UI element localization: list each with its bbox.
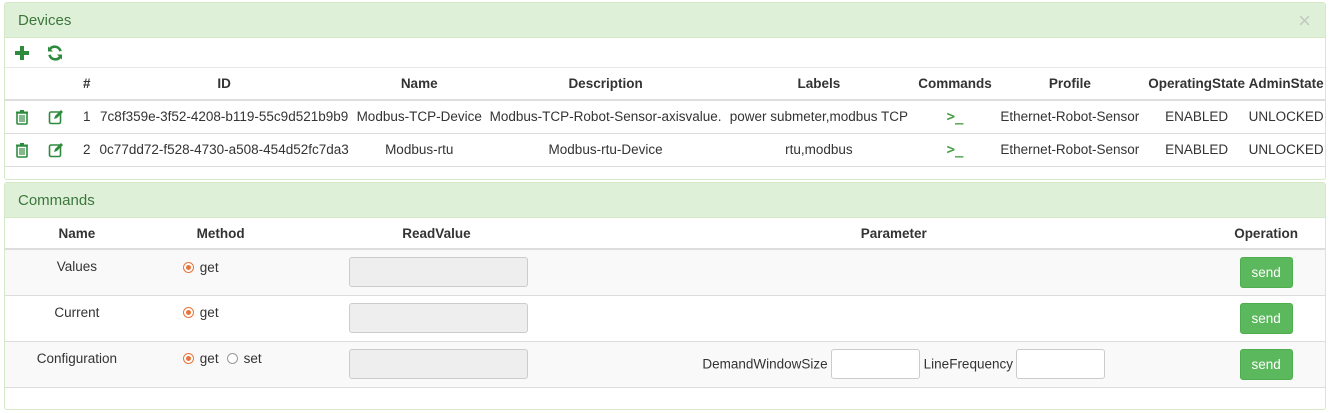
col-labels-header: Labels [721, 68, 917, 101]
readvalue-field[interactable] [348, 303, 528, 333]
commands-header-row: Name Method ReadValue Parameter Operatio… [5, 218, 1325, 250]
method-get-radio[interactable] [182, 353, 194, 365]
terminal-icon[interactable]: >_ [947, 142, 964, 158]
table-row: Values get send [5, 249, 1325, 296]
command-name: Configuration [5, 341, 149, 388]
commands-panel: Commands Name Method ReadValue Parameter… [4, 182, 1326, 410]
trash-icon[interactable] [14, 142, 30, 158]
device-operating-state: ENABLED [1145, 133, 1248, 167]
devices-header-row: # ID Name Description Labels Commands Pr… [5, 68, 1325, 101]
send-button[interactable]: send [1239, 256, 1293, 288]
device-operating-state: ENABLED [1145, 100, 1248, 134]
devices-toolbar [5, 38, 1325, 68]
edit-icon[interactable] [48, 109, 64, 125]
col-operating-state-header: OperatingState [1145, 68, 1248, 101]
col-operation-header: Operation [1207, 218, 1325, 250]
devices-table: # ID Name Description Labels Commands Pr… [5, 68, 1325, 167]
col-parameter-header: Parameter [580, 218, 1208, 250]
method-get-label: get [199, 259, 219, 275]
method-get-radio[interactable] [182, 307, 194, 319]
command-name: Values [5, 249, 149, 296]
device-admin-state: UNLOCKED [1247, 133, 1325, 167]
commands-panel-title: Commands [18, 192, 95, 209]
col-description-header: Description [489, 68, 722, 101]
col-admin-state-header: AdminState [1247, 68, 1325, 101]
trash-icon[interactable] [14, 109, 30, 125]
demand-window-size-label: DemandWindowSize [702, 356, 828, 372]
method-get-label: get [199, 351, 219, 367]
device-description: Modbus-rtu-Device [489, 133, 722, 167]
device-profile: Ethernet-Robot-Sensor [993, 100, 1146, 134]
device-description: Modbus-TCP-Robot-Sensor-axisvalue. [489, 100, 722, 134]
readvalue-field[interactable] [348, 349, 528, 379]
method-get-label: get [199, 305, 219, 321]
device-name: Modbus-TCP-Device [348, 100, 490, 134]
col-edit [38, 68, 74, 101]
devices-panel-heading: Devices × [5, 3, 1325, 38]
device-num: 1 [73, 100, 100, 134]
demand-window-size-input[interactable] [830, 349, 920, 379]
command-name: Current [5, 295, 149, 342]
refresh-icon[interactable] [46, 44, 64, 62]
table-row: Configuration get set DemandWindowSize Lin… [5, 341, 1325, 388]
col-delete [5, 68, 39, 101]
readvalue-field[interactable] [348, 257, 528, 288]
device-admin-state: UNLOCKED [1247, 100, 1325, 134]
table-row: Current get send [5, 295, 1325, 342]
edit-icon[interactable] [48, 142, 64, 158]
method-set-label: set [243, 351, 262, 367]
col-name-header: Name [348, 68, 490, 101]
table-row: 2 0c77dd72-f528-4730-a508-454d52fc7da3 M… [5, 133, 1325, 167]
device-id: 0c77dd72-f528-4730-a508-454d52fc7da3 [99, 133, 349, 167]
method-get-radio[interactable] [182, 261, 194, 273]
commands-panel-heading: Commands [5, 183, 1325, 218]
col-cmd-name-header: Name [5, 218, 149, 250]
col-profile-header: Profile [993, 68, 1146, 101]
col-method-header: Method [148, 218, 293, 250]
device-labels: rtu,modbus [721, 133, 917, 167]
send-button[interactable]: send [1239, 302, 1293, 334]
send-button[interactable]: send [1239, 348, 1293, 380]
method-set-radio[interactable] [226, 353, 238, 365]
plus-icon[interactable] [13, 44, 31, 62]
devices-panel-title: Devices [18, 12, 72, 29]
table-row: 1 7c8f359e-3f52-4208-b119-55c9d521b9b9 M… [5, 100, 1325, 134]
col-readvalue-header: ReadValue [292, 218, 581, 250]
close-icon[interactable]: × [1298, 3, 1311, 38]
col-num-header: # [73, 68, 100, 101]
devices-panel: Devices × # ID Name Description Labels C… [4, 2, 1326, 180]
terminal-icon[interactable]: >_ [947, 109, 964, 125]
col-commands-header: Commands [916, 68, 994, 101]
device-name: Modbus-rtu [348, 133, 490, 167]
device-num: 2 [73, 133, 100, 167]
device-id: 7c8f359e-3f52-4208-b119-55c9d521b9b9 [99, 100, 349, 134]
device-profile: Ethernet-Robot-Sensor [993, 133, 1146, 167]
commands-table: Name Method ReadValue Parameter Operatio… [5, 218, 1325, 388]
device-labels: power submeter,modbus TCP [721, 100, 917, 134]
col-id-header: ID [99, 68, 349, 101]
line-frequency-label: LineFrequency [923, 356, 1013, 372]
line-frequency-input[interactable] [1015, 349, 1105, 379]
